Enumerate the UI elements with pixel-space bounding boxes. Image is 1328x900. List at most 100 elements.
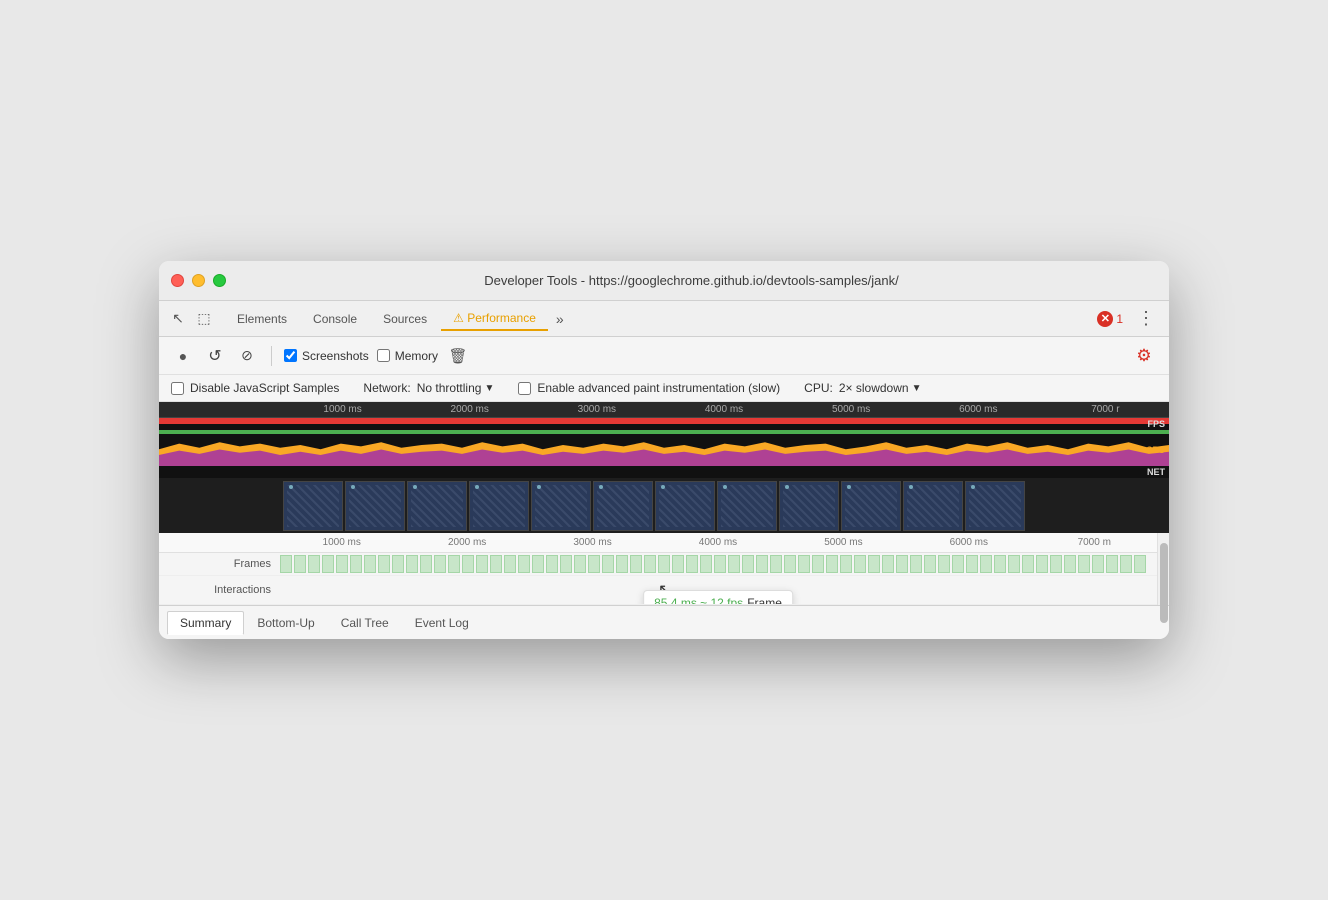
frame-cell	[490, 555, 502, 573]
advanced-paint-checkbox[interactable]	[518, 382, 531, 395]
screenshot-thumb	[345, 481, 405, 531]
frame-cell	[882, 555, 894, 573]
frame-cell	[588, 555, 600, 573]
frames-label: Frames	[159, 558, 279, 570]
frame-cell	[1134, 555, 1146, 573]
disable-js-samples-checkbox[interactable]	[171, 382, 184, 395]
main-ruler-1: 1000 ms	[279, 535, 404, 550]
frame-cell	[350, 555, 362, 573]
screenshot-thumb	[593, 481, 653, 531]
record-button[interactable]: ●	[171, 344, 195, 368]
tab-bottom-up[interactable]: Bottom-Up	[244, 611, 327, 635]
tab-console[interactable]: Console	[301, 308, 369, 330]
tab-sources[interactable]: Sources	[371, 308, 439, 330]
frame-cell	[840, 555, 852, 573]
frames-content[interactable]	[279, 553, 1157, 575]
fps-red-bar	[159, 418, 1169, 424]
main-ruler-3: 3000 ms	[530, 535, 655, 550]
frame-cell	[742, 555, 754, 573]
scrollbar-track[interactable]	[1157, 533, 1169, 605]
frame-cell	[420, 555, 432, 573]
screenshot-thumb	[407, 481, 467, 531]
frame-cell	[868, 555, 880, 573]
tab-bar-icons: ↖ ⬚	[167, 308, 215, 330]
ruler-tick-7: 7000 r	[1042, 404, 1169, 415]
minimize-button[interactable]	[192, 274, 205, 287]
fps-row: FPS	[159, 418, 1169, 434]
screenshot-thumb	[531, 481, 591, 531]
screenshot-thumb	[469, 481, 529, 531]
frame-cell	[294, 555, 306, 573]
tab-performance[interactable]: ⚠ ⚠ Performance Performance	[441, 307, 548, 331]
memory-checkbox[interactable]: Memory	[377, 349, 438, 363]
frame-cell	[770, 555, 782, 573]
screenshot-thumb	[283, 481, 343, 531]
frames-track: Frames	[159, 553, 1157, 576]
frame-cell	[854, 555, 866, 573]
frame-cell	[1050, 555, 1062, 573]
scrollbar-thumb[interactable]	[1160, 543, 1168, 623]
memory-checkbox-input[interactable]	[377, 349, 390, 362]
frame-cell	[504, 555, 516, 573]
close-button[interactable]	[171, 274, 184, 287]
tab-more[interactable]: »	[550, 307, 570, 331]
frame-cell	[994, 555, 1006, 573]
frame-cell	[644, 555, 656, 573]
timeline-overview[interactable]: 1000 ms 2000 ms 3000 ms 4000 ms 5000 ms …	[159, 402, 1169, 533]
frame-cell	[756, 555, 768, 573]
cpu-arrow-icon: ▼	[912, 383, 922, 394]
main-ruler-4: 4000 ms	[655, 535, 780, 550]
tab-event-log[interactable]: Event Log	[402, 611, 482, 635]
frame-cell	[658, 555, 670, 573]
advanced-paint-option[interactable]: Enable advanced paint instrumentation (s…	[518, 381, 780, 395]
reload-record-button[interactable]: ↺	[203, 344, 227, 368]
screenshots-checkbox[interactable]: Screenshots	[284, 349, 369, 363]
frame-cell	[546, 555, 558, 573]
inspect-icon[interactable]: ⬚	[193, 308, 215, 330]
advanced-paint-label: Enable advanced paint instrumentation (s…	[537, 381, 780, 395]
frame-cell	[1078, 555, 1090, 573]
network-value[interactable]: No throttling ▼	[417, 381, 495, 395]
fps-label: FPS	[1147, 419, 1165, 429]
clear-button[interactable]: ⊘	[235, 344, 259, 368]
frame-cell	[462, 555, 474, 573]
net-row: NET	[159, 466, 1169, 478]
tab-bar-right: ✕ 1 ⋮	[1097, 306, 1161, 331]
screenshots-label: Screenshots	[302, 349, 369, 363]
tooltip-label: Frame	[747, 596, 782, 604]
cpu-value[interactable]: 2× slowdown ▼	[839, 381, 922, 395]
maximize-button[interactable]	[213, 274, 226, 287]
main-ruler-6: 6000 ms	[906, 535, 1031, 550]
ruler-tick-5: 5000 ms	[788, 404, 915, 415]
devtools-window: Developer Tools - https://googlechrome.g…	[159, 261, 1169, 639]
frame-cell	[378, 555, 390, 573]
tab-call-tree[interactable]: Call Tree	[328, 611, 402, 635]
ruler-tick-1: 1000 ms	[279, 404, 406, 415]
interactions-content[interactable]: ↖ 85.4 ms ~ 12 fps Frame	[279, 576, 1157, 604]
options-row: Disable JavaScript Samples Network: No t…	[159, 375, 1169, 402]
kebab-menu[interactable]: ⋮	[1131, 306, 1161, 331]
tab-elements[interactable]: Elements	[225, 308, 299, 330]
frame-cell	[1008, 555, 1020, 573]
tab-summary[interactable]: Summary	[167, 611, 244, 635]
frame-cell	[952, 555, 964, 573]
error-count: 1	[1116, 312, 1123, 326]
cpu-throttling-select[interactable]: CPU: 2× slowdown ▼	[804, 381, 921, 395]
frame-cell	[392, 555, 404, 573]
network-throttling-select[interactable]: Network: No throttling ▼	[363, 381, 494, 395]
frame-cell	[322, 555, 334, 573]
pointer-icon[interactable]: ↖	[167, 308, 189, 330]
overview-ruler: 1000 ms 2000 ms 3000 ms 4000 ms 5000 ms …	[159, 402, 1169, 418]
trash-button[interactable]: 🗑	[446, 344, 470, 368]
disable-js-samples-label: Disable JavaScript Samples	[190, 381, 339, 395]
frame-cell	[336, 555, 348, 573]
tab-bar: ↖ ⬚ Elements Console Sources ⚠ ⚠ Perform…	[159, 301, 1169, 337]
settings-button[interactable]: ⚙	[1131, 343, 1157, 369]
frame-cell	[686, 555, 698, 573]
toolbar: ● ↺ ⊘ Screenshots Memory 🗑 ⚙	[159, 337, 1169, 375]
ruler-tick-6: 6000 ms	[915, 404, 1042, 415]
disable-js-samples-option[interactable]: Disable JavaScript Samples	[171, 381, 339, 395]
frame-cell	[910, 555, 922, 573]
main-ruler-7: 7000 m	[1032, 535, 1157, 550]
screenshots-checkbox-input[interactable]	[284, 349, 297, 362]
